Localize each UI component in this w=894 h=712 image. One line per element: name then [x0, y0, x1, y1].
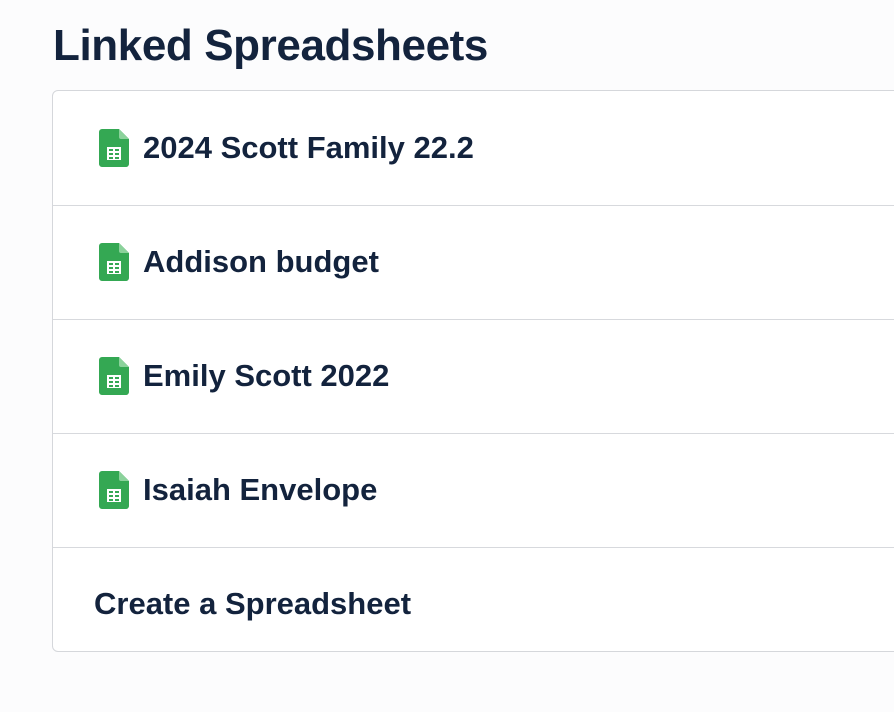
spreadsheet-item-2024-scott-family[interactable]: 2024 Scott Family 22.2 [53, 91, 894, 206]
spreadsheet-icon [99, 243, 129, 281]
spreadsheet-list: 2024 Scott Family 22.2 Addison budget Em… [52, 90, 894, 652]
linked-spreadsheets-page: Linked Spreadsheets 2024 Scott Family 22… [0, 0, 894, 712]
spreadsheet-item-addison-budget[interactable]: Addison budget [53, 205, 894, 320]
spreadsheet-name: Isaiah Envelope [143, 472, 378, 507]
spreadsheet-name: Emily Scott 2022 [143, 358, 390, 393]
spreadsheet-icon [99, 357, 129, 395]
spreadsheet-icon [99, 129, 129, 167]
spreadsheet-icon [99, 471, 129, 509]
spreadsheet-item-isaiah-envelope[interactable]: Isaiah Envelope [53, 433, 894, 548]
spreadsheet-name: 2024 Scott Family 22.2 [143, 130, 474, 165]
page-title: Linked Spreadsheets [53, 21, 488, 70]
create-spreadsheet-label: Create a Spreadsheet [94, 586, 412, 621]
spreadsheet-item-emily-scott-2022[interactable]: Emily Scott 2022 [53, 319, 894, 434]
create-spreadsheet-button[interactable]: Create a Spreadsheet [53, 547, 894, 651]
spreadsheet-name: Addison budget [143, 244, 379, 279]
